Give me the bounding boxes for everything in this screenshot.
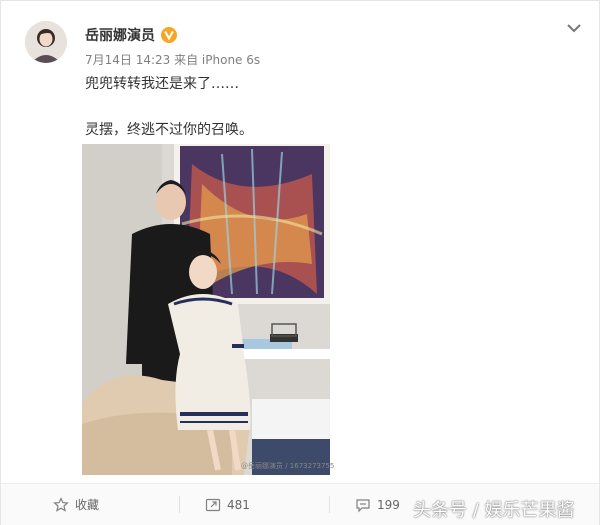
post-photo[interactable] [82,144,330,475]
chevron-down-icon[interactable] [565,19,583,37]
username[interactable]: 岳丽娜演员 [85,25,155,45]
repost-icon [205,498,221,511]
weibo-post-card: 岳丽娜演员 7月14日 14:23 来自 iPhone 6s 兜兜转转我还是来了… [0,0,600,525]
verified-badge-icon [161,27,177,43]
favorite-button[interactable]: 收藏 [53,484,99,525]
repost-button[interactable]: 481 [205,484,250,525]
overlay-watermark: 头条号 / 娱乐芒果酱 [413,500,575,521]
favorite-label: 收藏 [75,498,100,512]
photo-illustration [82,144,330,475]
post-meta: 7月14日 14:23 来自 iPhone 6s [85,53,261,67]
repost-count: 481 [227,497,250,512]
comment-icon [356,498,370,512]
star-icon [53,496,69,512]
action-divider [329,496,330,513]
comment-button[interactable]: 199 [355,484,400,525]
comment-count: 199 [377,497,400,512]
post-text-line-1: 兜兜转转我还是来了…… [85,76,239,92]
avatar[interactable] [25,21,67,63]
action-divider [179,496,180,513]
photo-watermark: @岳丽娜演员 / 1673273755 [241,462,335,470]
post-text-line-2: 灵摆，终逃不过你的召唤。 [85,122,253,138]
